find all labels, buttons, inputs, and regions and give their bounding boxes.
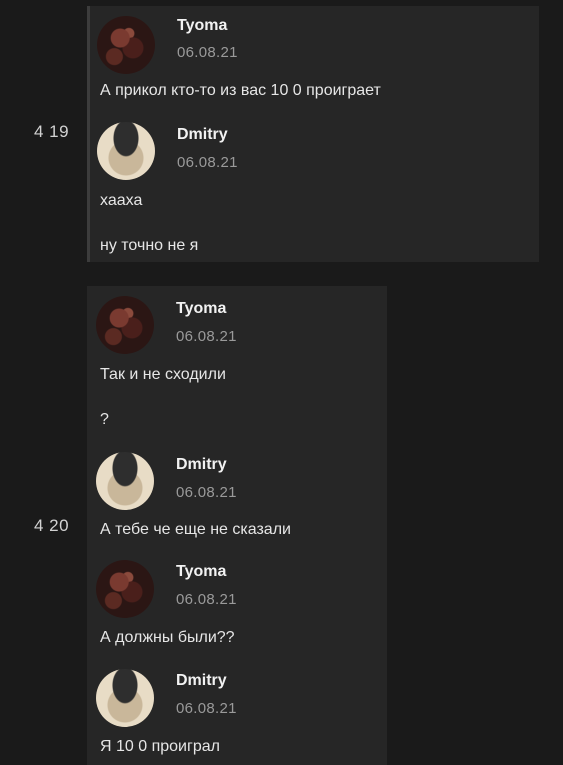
message-date: 06.08.21 [176, 700, 237, 717]
message-text: Так и не сходили [100, 366, 226, 383]
author-name[interactable]: Tyoma [177, 17, 227, 35]
time-label: 4 19 [34, 122, 70, 141]
author-name[interactable]: Dmitry [176, 672, 227, 690]
avatar[interactable] [97, 16, 155, 74]
author-name[interactable]: Tyoma [176, 563, 226, 581]
author-name[interactable]: Dmitry [176, 456, 227, 474]
message-text: ну точно не я [100, 237, 199, 254]
message-group: Tyoma 06.08.21 А прикол кто-то из вас 10… [87, 6, 539, 262]
message-date: 06.08.21 [176, 328, 237, 345]
time-label: 4 20 [34, 516, 70, 535]
message-text: ? [100, 411, 109, 428]
avatar[interactable] [97, 122, 155, 180]
message-text: А тебе че еще не сказали [100, 521, 291, 538]
message-group: Tyoma 06.08.21 Так и не сходили ? Dmitry… [87, 286, 387, 765]
message-text: Я 10 0 проиграл [100, 738, 220, 755]
avatar[interactable] [96, 296, 154, 354]
message-text: А должны были?? [100, 629, 235, 646]
author-name[interactable]: Tyoma [176, 300, 226, 318]
avatar[interactable] [96, 560, 154, 618]
message-text: хааха [100, 192, 143, 209]
avatar[interactable] [96, 669, 154, 727]
message-date: 06.08.21 [176, 591, 237, 608]
avatar[interactable] [96, 452, 154, 510]
message-date: 06.08.21 [177, 154, 238, 171]
message-date: 06.08.21 [177, 44, 238, 61]
message-text: А прикол кто-то из вас 10 0 проиграет [100, 82, 381, 99]
message-date: 06.08.21 [176, 484, 237, 501]
author-name[interactable]: Dmitry [177, 126, 228, 144]
